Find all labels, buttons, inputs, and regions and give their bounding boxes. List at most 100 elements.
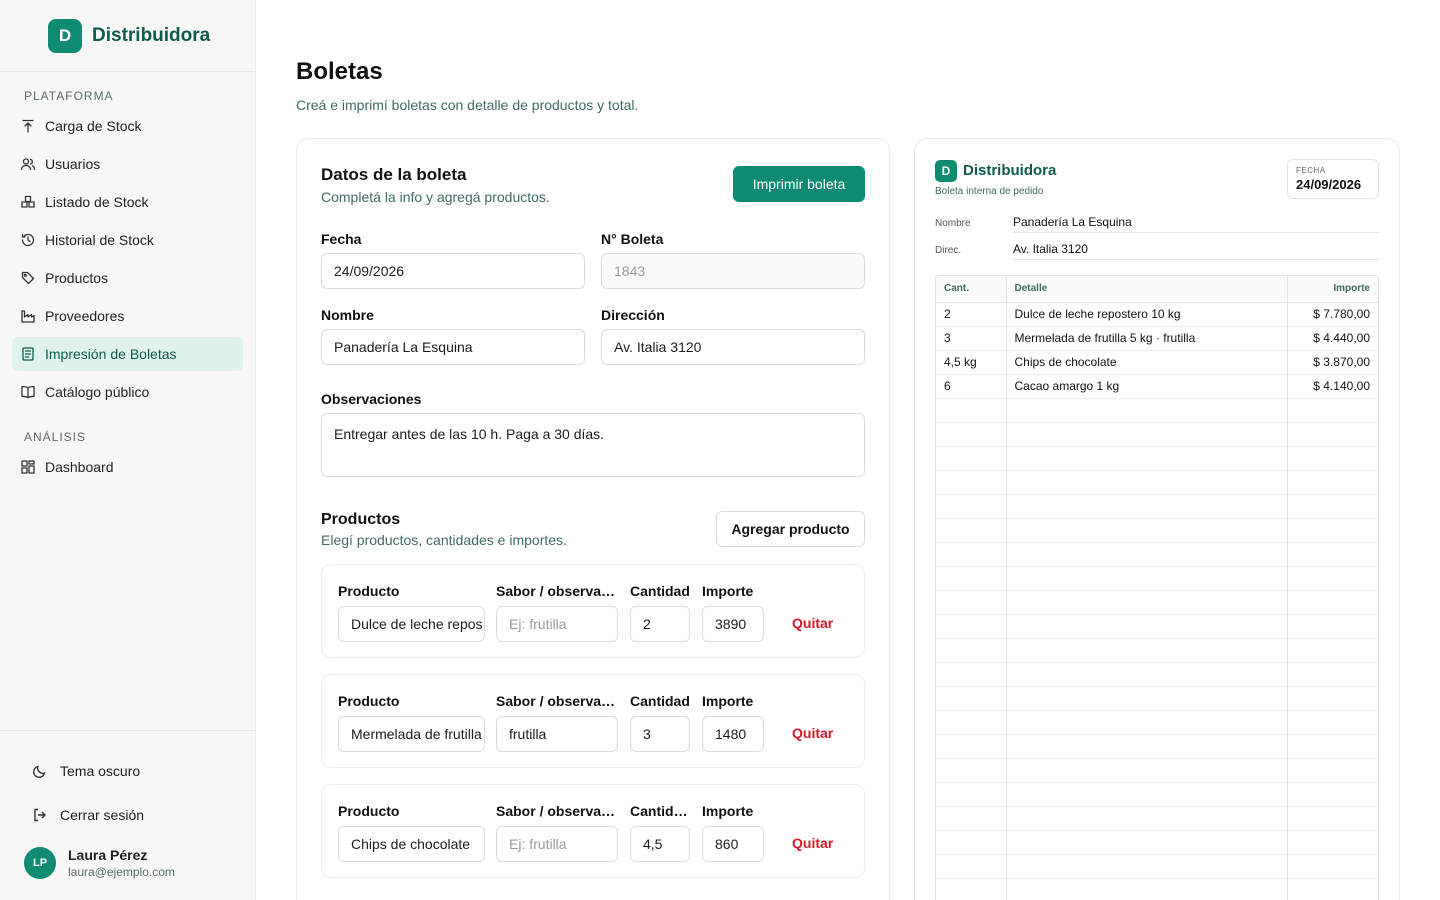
importe-label: Importe — [702, 693, 754, 709]
boleta-preview: D Distribuidora Boleta interna de pedido… — [914, 138, 1400, 900]
empty-table-row — [936, 854, 1378, 879]
dark-mode-label: Tema oscuro — [60, 763, 141, 779]
sidebar-item-dashboard[interactable]: Dashboard — [12, 450, 243, 484]
sidebar-item-label: Dashboard — [45, 459, 114, 475]
user-name: Laura Pérez — [68, 847, 148, 863]
sidebar-item-carga-de-stock[interactable]: Carga de Stock — [12, 109, 243, 143]
sidebar-item-proveedores[interactable]: Proveedores — [12, 299, 243, 333]
products-subtitle: Elegí productos, cantidades e importes. — [321, 532, 567, 548]
boleta-form-card: Datos de la boleta Completá la info y ag… — [296, 138, 890, 900]
producto-label: Producto — [338, 803, 400, 819]
producto-select[interactable]: Chips de chocolate — [338, 826, 485, 862]
producto-select[interactable]: Dulce de leche repos — [338, 606, 485, 642]
sabor-input[interactable]: Ej: frutilla — [496, 826, 618, 862]
empty-table-row — [936, 662, 1378, 687]
empty-table-row — [936, 422, 1378, 447]
sidebar-item-label: Usuarios — [45, 156, 101, 172]
product-row: Producto Chips de chocolate Sabor / obse… — [321, 784, 865, 878]
main-content: Boletas Creá e imprimí boletas con detal… — [256, 0, 1440, 900]
user-profile[interactable]: LP Laura Pérez laura@ejemplo.com — [20, 847, 236, 879]
remove-product-button[interactable]: Quitar — [792, 835, 833, 851]
users-icon — [20, 156, 36, 172]
brand-logo: D — [48, 18, 82, 53]
form-subtitle: Completá la info y agregá productos. — [321, 189, 550, 205]
empty-table-row — [936, 734, 1378, 759]
preview-header-detalle: Detalle — [1005, 276, 1287, 303]
page-title: Boletas — [296, 58, 383, 85]
observaciones-label: Observaciones — [321, 391, 422, 407]
preview-date-value: 24/09/2026 — [1296, 177, 1362, 192]
preview-date-label: FECHA — [1296, 166, 1326, 175]
cantidad-input[interactable]: 4,5 — [630, 826, 690, 862]
fecha-input[interactable]: 24/09/2026 — [321, 253, 585, 289]
sabor-input[interactable]: Ej: frutilla — [496, 606, 618, 642]
preview-cell-importe: $ 4.140,00 — [1286, 374, 1378, 399]
observaciones-textarea[interactable]: Entregar antes de las 10 h. Paga a 30 dí… — [321, 413, 865, 477]
empty-table-row — [936, 830, 1378, 855]
preview-cell-detalle: Cacao amargo 1 kg — [1005, 374, 1287, 399]
form-title: Datos de la boleta — [321, 165, 467, 184]
cantidad-input[interactable]: 2 — [630, 606, 690, 642]
preview-cell-cant: 2 — [936, 302, 1006, 327]
logout-button[interactable]: Cerrar sesión — [20, 793, 236, 837]
importe-input[interactable]: 3890 — [702, 606, 764, 642]
add-product-button[interactable]: Agregar producto — [716, 511, 865, 547]
preview-cell-importe: $ 4.440,00 — [1286, 326, 1378, 351]
preview-table: Cant. Detalle Importe 2 Dulce de leche r… — [935, 275, 1379, 900]
table-row: 3 Mermelada de frutilla 5 kg · frutilla … — [936, 326, 1378, 351]
sabor-label: Sabor / observac... — [496, 803, 620, 819]
preview-cell-detalle: Dulce de leche repostero 10 kg — [1005, 302, 1287, 327]
brand[interactable]: D Distribuidora — [0, 0, 255, 72]
importe-input[interactable]: 1480 — [702, 716, 764, 752]
preview-cell-detalle: Mermelada de frutilla 5 kg · frutilla — [1005, 326, 1287, 351]
brand-name: Distribuidora — [92, 24, 211, 46]
empty-table-row — [936, 638, 1378, 663]
empty-table-row — [936, 710, 1378, 735]
sidebar-item-listado-de-stock[interactable]: Listado de Stock — [12, 185, 243, 219]
producto-select[interactable]: Mermelada de frutilla — [338, 716, 485, 752]
direccion-input[interactable]: Av. Italia 3120 — [601, 329, 865, 365]
print-button[interactable]: Imprimir boleta — [733, 166, 865, 202]
history-icon — [20, 232, 36, 248]
empty-table-row — [936, 494, 1378, 519]
preview-direccion-label: Direc. — [935, 245, 962, 256]
products-title: Productos — [321, 511, 401, 528]
remove-product-button[interactable]: Quitar — [792, 725, 833, 741]
empty-table-row — [936, 398, 1378, 423]
remove-product-button[interactable]: Quitar — [792, 615, 833, 631]
product-row: Producto Dulce de leche repos Sabor / ob… — [321, 564, 865, 658]
preview-nombre-label: Nombre — [935, 218, 971, 229]
sidebar-item-label: Proveedores — [45, 308, 125, 324]
user-email: laura@ejemplo.com — [68, 865, 175, 879]
moon-icon — [32, 763, 48, 779]
nombre-input[interactable]: Panadería La Esquina — [321, 329, 585, 365]
sidebar-item-label: Productos — [45, 270, 109, 286]
sidebar-item-usuarios[interactable]: Usuarios — [12, 147, 243, 181]
sidebar-item-historial-de-stock[interactable]: Historial de Stock — [12, 223, 243, 257]
boxes-icon — [20, 194, 36, 210]
book-icon — [20, 384, 36, 400]
sidebar-item-label: Carga de Stock — [45, 118, 142, 134]
fecha-label: Fecha — [321, 231, 362, 247]
sabor-input[interactable]: frutilla — [496, 716, 618, 752]
empty-table-row — [936, 470, 1378, 495]
importe-label: Importe — [702, 803, 754, 819]
empty-table-row — [936, 566, 1378, 591]
dark-mode-toggle[interactable]: Tema oscuro — [20, 749, 236, 793]
empty-table-row — [936, 782, 1378, 807]
empty-table-row — [936, 614, 1378, 639]
empty-table-row — [936, 878, 1378, 900]
empty-table-row — [936, 590, 1378, 615]
sidebar-item-impresion-de-boletas[interactable]: Impresión de Boletas — [12, 337, 243, 371]
sidebar-item-label: Historial de Stock — [45, 232, 154, 248]
preview-brand: Distribuidora — [963, 162, 1057, 179]
preview-subtitle: Boleta interna de pedido — [935, 186, 1044, 197]
preview-cell-cant: 3 — [936, 326, 1006, 351]
cantidad-input[interactable]: 3 — [630, 716, 690, 752]
importe-input[interactable]: 860 — [702, 826, 764, 862]
sidebar-item-catalogo-publico[interactable]: Catálogo público — [12, 375, 243, 409]
sidebar-item-productos[interactable]: Productos — [12, 261, 243, 295]
sidebar-nav: PLATAFORMA Carga de Stock Usuarios Listado … — [0, 72, 255, 484]
sabor-label: Sabor / observac... — [496, 583, 620, 599]
logout-label: Cerrar sesión — [60, 807, 145, 823]
